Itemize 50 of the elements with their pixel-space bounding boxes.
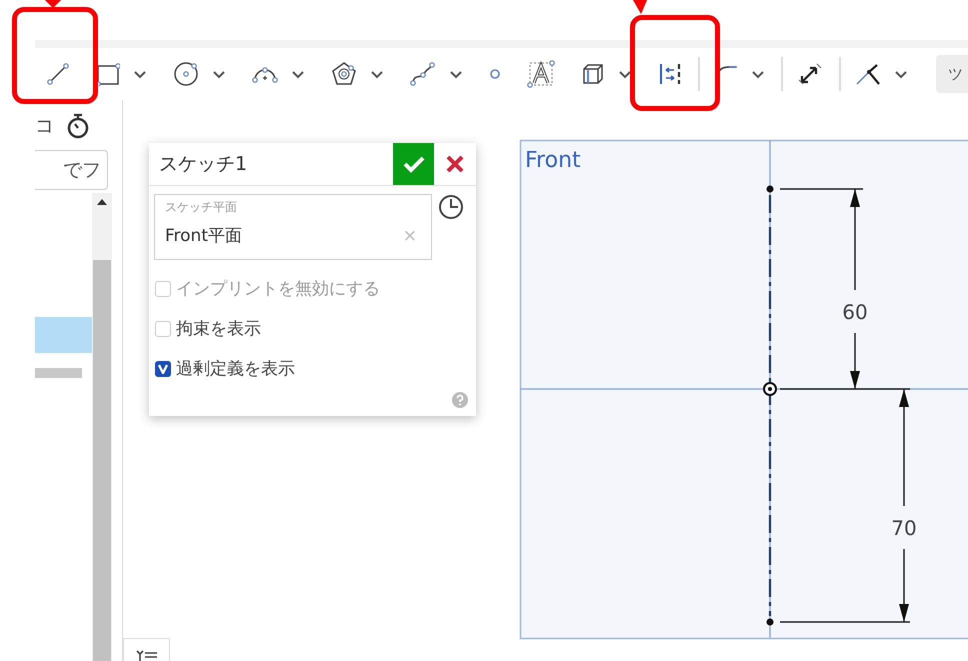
construction-line[interactable] — [768, 195, 772, 616]
polygon-tool-icon[interactable] — [331, 61, 357, 87]
field-value: Front平面 — [165, 225, 242, 247]
dimension-value[interactable]: 60 — [842, 300, 868, 324]
check-icon — [402, 155, 424, 173]
checkbox-option[interactable]: 拘束を表示 — [155, 318, 476, 340]
caret-icon[interactable] — [291, 70, 305, 78]
text-tool-icon[interactable] — [527, 60, 555, 88]
list-icon — [136, 650, 158, 661]
origin-icon[interactable] — [763, 382, 777, 396]
endpoint[interactable] — [766, 186, 774, 192]
dimension-value[interactable]: 70 — [891, 516, 917, 540]
caret-icon[interactable] — [449, 70, 463, 78]
toolbar-button[interactable]: ツ — [936, 55, 968, 93]
cube-tool-icon[interactable] — [581, 62, 605, 86]
caret-icon[interactable] — [370, 70, 384, 78]
point-tool-icon[interactable] — [489, 68, 501, 80]
caret-icon[interactable] — [894, 70, 908, 78]
panel-tab[interactable] — [123, 638, 170, 661]
arrow-head — [45, 0, 61, 8]
confirm-button[interactable] — [393, 143, 434, 185]
panel-header-text: コ — [35, 114, 51, 139]
close-icon — [446, 155, 464, 173]
caret-icon[interactable] — [133, 70, 147, 78]
field-label: スケッチ平面 — [165, 199, 238, 216]
scroll-up-icon[interactable] — [97, 199, 107, 205]
rectangle-tool-icon[interactable] — [96, 62, 120, 86]
search-field[interactable]: でフ — [35, 150, 108, 190]
caret-icon[interactable] — [212, 70, 226, 78]
stopwatch-icon[interactable] — [67, 113, 89, 139]
clock-icon[interactable] — [438, 194, 464, 220]
cancel-button[interactable] — [434, 143, 476, 185]
scrollbar[interactable] — [92, 193, 112, 661]
dialog-title[interactable]: スケッチ1 — [149, 151, 393, 177]
endpoint[interactable] — [766, 618, 774, 626]
caret-icon[interactable] — [618, 70, 632, 78]
line-tool-icon[interactable] — [46, 62, 70, 86]
double-arrow-icon[interactable] — [797, 61, 823, 87]
checkbox[interactable] — [155, 361, 171, 377]
mirror-tool-icon[interactable] — [658, 62, 682, 86]
spline-tool-icon[interactable] — [410, 61, 436, 87]
sketch-plane-field[interactable]: スケッチ平面 Front平面 × — [154, 194, 432, 260]
caret-icon[interactable] — [751, 70, 765, 78]
text-placeholder-bar — [35, 368, 82, 378]
arrow-head — [633, 0, 647, 14]
plane-label: Front — [525, 148, 581, 173]
dimension-line[interactable] — [779, 188, 911, 390]
trim-tool-icon[interactable] — [855, 62, 881, 86]
circle-tool-icon[interactable] — [173, 61, 199, 87]
checkbox-option[interactable]: 過剰定義を表示 — [155, 358, 476, 380]
